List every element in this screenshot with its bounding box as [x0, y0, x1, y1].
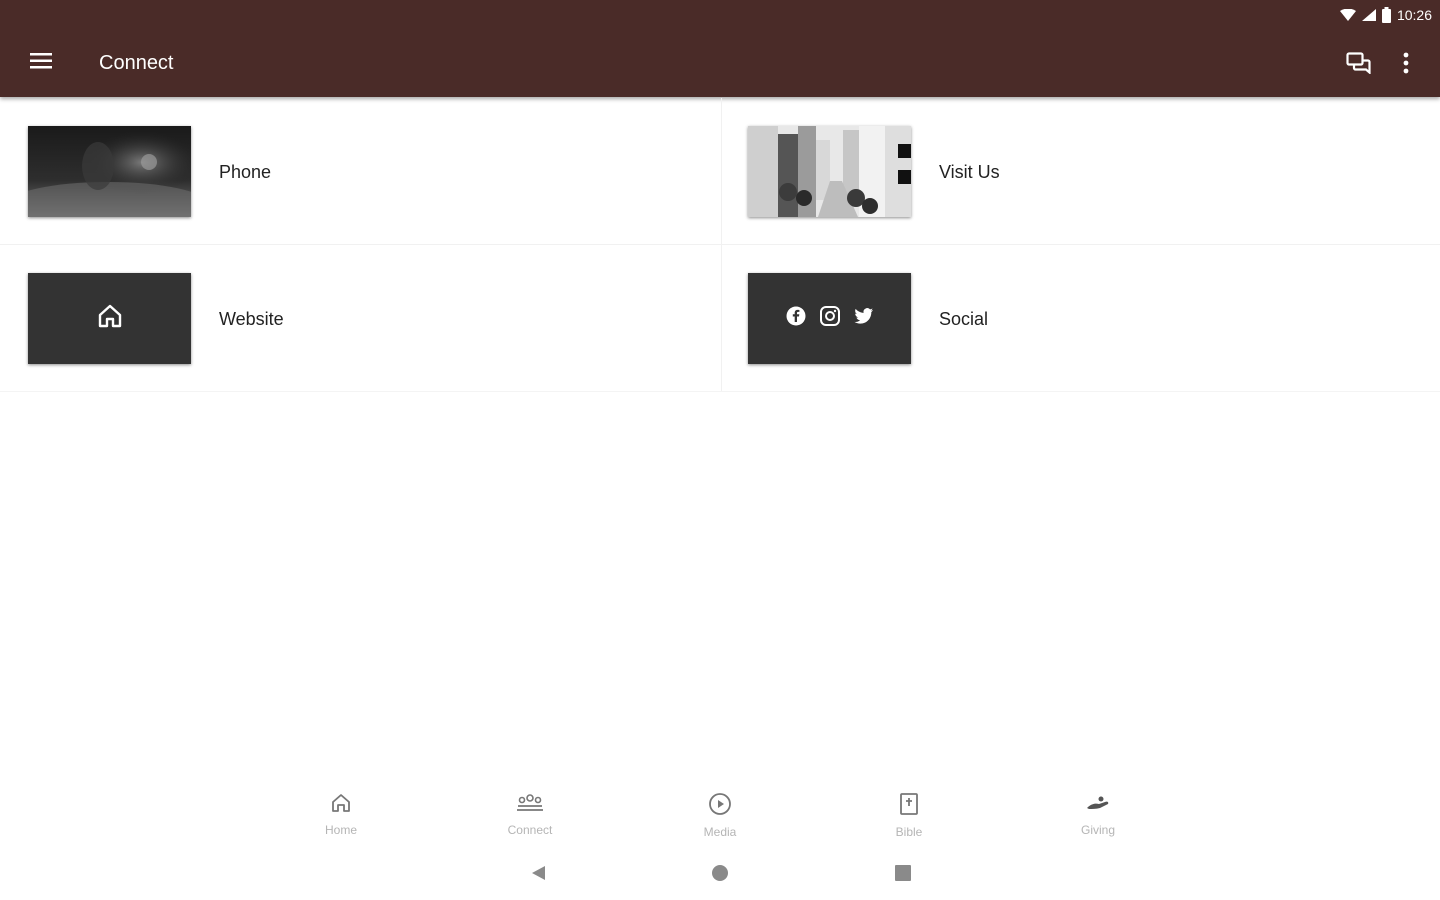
page-title: Connect [99, 52, 174, 74]
hamburger-menu-icon [30, 52, 52, 74]
tile-social[interactable]: Social [720, 245, 1440, 392]
more-vertical-icon [1403, 52, 1409, 79]
tile-visit-us[interactable]: Visit Us [720, 98, 1440, 245]
tile-label: Website [219, 309, 284, 329]
chat-button[interactable] [1342, 48, 1376, 82]
system-home-button[interactable] [708, 863, 732, 887]
play-circle-icon [708, 792, 732, 821]
nav-label: Bible [895, 825, 923, 839]
overflow-menu-button[interactable] [1392, 48, 1420, 82]
website-thumbnail [28, 273, 191, 364]
nav-label: Home [324, 823, 357, 837]
nav-label: Connect [507, 823, 553, 837]
social-thumbnail [748, 273, 911, 364]
wifi-icon [1339, 9, 1356, 21]
tile-phone[interactable]: Phone [0, 98, 720, 245]
system-navigation-bar [0, 855, 1440, 895]
nav-item-home[interactable]: Home [281, 792, 401, 842]
giving-hand-icon [1085, 792, 1111, 819]
nav-item-connect[interactable]: Connect [470, 792, 590, 842]
app-bar: 10:26 Connect [0, 0, 1440, 97]
nav-label: Giving [1080, 823, 1115, 837]
book-icon [898, 792, 920, 821]
phone-photo [28, 126, 191, 217]
nav-label: Media [703, 825, 737, 839]
signal-icon [1361, 9, 1376, 21]
battery-icon [1381, 7, 1391, 23]
nav-item-bible[interactable]: Bible [849, 792, 969, 842]
instagram-icon [819, 306, 840, 331]
home-circle-icon [711, 864, 729, 887]
nav-item-giving[interactable]: Giving [1038, 792, 1158, 842]
people-icon [516, 792, 544, 819]
status-time: 10:26 [1396, 7, 1432, 23]
system-back-button[interactable] [526, 863, 550, 887]
system-recents-button[interactable] [891, 863, 915, 887]
tile-website[interactable]: Website [0, 245, 720, 392]
home-icon [330, 792, 352, 819]
bottom-navigation: Home Connect Media Bible Giving [0, 782, 1440, 842]
city-street-photo [748, 126, 911, 217]
recents-icon [894, 864, 912, 887]
menu-button[interactable] [24, 46, 58, 80]
chat-bubbles-icon [1346, 51, 1372, 79]
back-icon [529, 864, 547, 887]
connect-grid: Phone Visit Us Website Social [0, 98, 1440, 392]
home-icon [97, 303, 123, 334]
tile-label: Phone [219, 162, 272, 182]
status-bar: 10:26 [1339, 4, 1432, 26]
tile-label: Social [939, 309, 989, 329]
tile-label: Visit Us [939, 162, 1000, 182]
twitter-icon [853, 307, 874, 330]
nav-item-media[interactable]: Media [660, 792, 780, 842]
facebook-icon [786, 306, 806, 331]
